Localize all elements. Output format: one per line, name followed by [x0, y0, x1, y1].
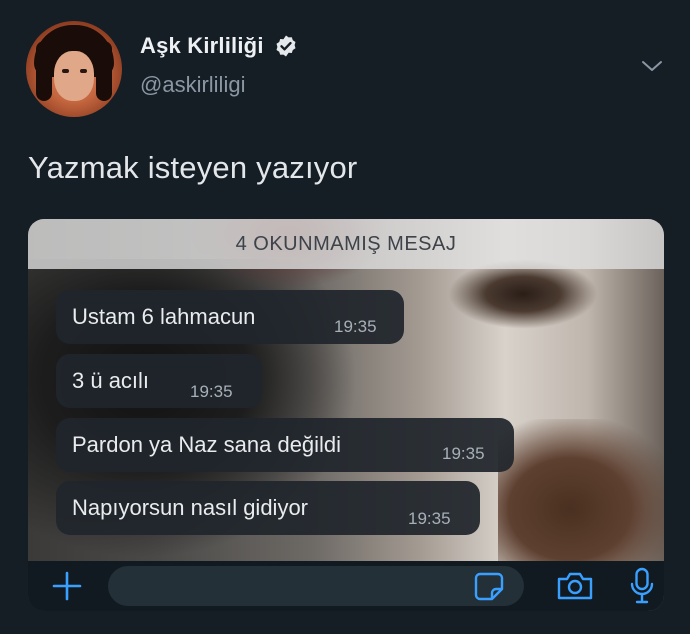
chat-bubble: Napıyorsun nasıl gidiyor 19:35 — [56, 481, 480, 535]
avatar-eye-left — [62, 69, 69, 73]
tweet-media-image[interactable]: 4 OKUNMAMIŞ MESAJ Ustam 6 lahmacun 19:35… — [28, 219, 664, 611]
verified-badge-icon — [276, 35, 296, 57]
display-name[interactable]: Aşk Kirliliği — [140, 33, 264, 59]
chat-bubble: Pardon ya Naz sana değildi 19:35 — [56, 418, 514, 472]
chat-message-text: Ustam 6 lahmacun — [72, 304, 256, 329]
chat-message-time: 19:35 — [334, 317, 377, 336]
chevron-down-icon[interactable] — [641, 59, 663, 73]
unread-messages-banner: 4 OKUNMAMIŞ MESAJ — [28, 219, 664, 269]
avatar-hair-left — [36, 41, 52, 101]
chat-message-time: 19:35 — [442, 444, 485, 463]
avatar-eye-right — [80, 69, 87, 73]
chat-message-text: Napıyorsun nasıl gidiyor — [72, 495, 309, 520]
media-background-paw — [498, 419, 664, 569]
chat-message-text: 3 ü acılı — [72, 368, 150, 393]
chat-message-time: 19:35 — [408, 509, 451, 528]
microphone-icon[interactable] — [628, 567, 656, 605]
unread-messages-label: 4 OKUNMAMIŞ MESAJ — [235, 232, 457, 255]
tweet-text: Yazmak isteyen yazıyor — [28, 150, 358, 185]
chat-bubble: 3 ü acılı 19:35 — [56, 354, 262, 408]
sticker-icon[interactable] — [472, 569, 506, 603]
message-input-field[interactable] — [108, 566, 524, 606]
chat-bubble: Ustam 6 lahmacun 19:35 — [56, 290, 404, 344]
author-handle[interactable]: @askirliligi — [140, 72, 245, 98]
author-name-row[interactable]: Aşk Kirliliği — [140, 33, 298, 59]
chat-message-time: 19:35 — [190, 382, 233, 401]
chat-message-text: Pardon ya Naz sana değildi — [72, 432, 342, 457]
camera-icon[interactable] — [555, 570, 595, 602]
avatar-hair-right — [96, 41, 112, 101]
chat-input-bar — [28, 561, 664, 611]
plus-icon[interactable] — [50, 569, 84, 603]
avatar-face — [54, 51, 94, 101]
profile-avatar[interactable] — [26, 21, 122, 117]
media-background-cat-eye — [448, 259, 598, 329]
